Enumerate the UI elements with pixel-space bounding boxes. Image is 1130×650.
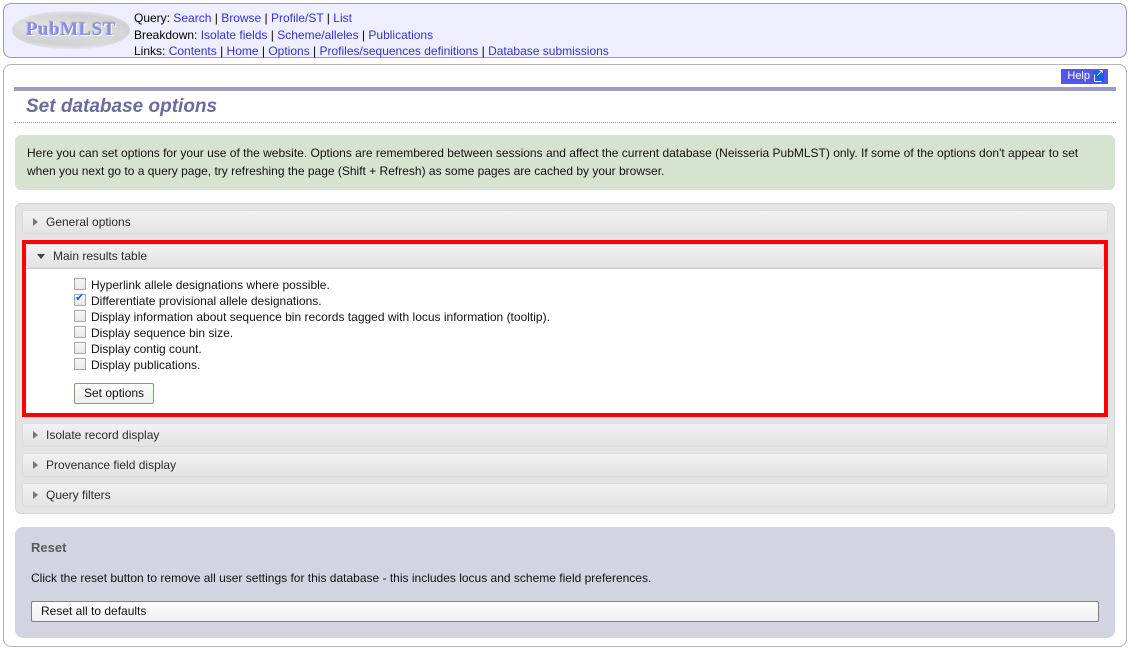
nav-row-query-label: Query: <box>134 11 171 25</box>
reset-title: Reset <box>31 540 67 555</box>
set-options-button[interactable]: Set options <box>74 383 155 404</box>
reset-panel: Reset Click the reset button to remove a… <box>15 527 1115 638</box>
checkbox-differentiate-provisional-allele-designations[interactable] <box>74 292 86 306</box>
accordion-label-provenance-field-display: Provenance field display <box>46 458 177 472</box>
accordion-header-general-options[interactable]: General options <box>22 210 1108 234</box>
accordion-label-general-options: General options <box>46 215 131 229</box>
option-row-differentiate-provisional-allele-designations: Differentiate provisional allele designa… <box>26 292 1104 309</box>
nav-link-isolate-fields[interactable]: Isolate fields <box>201 28 268 42</box>
nav-row-links: Links: Contents | Home | Options | Profi… <box>134 44 609 58</box>
nav-link-database-submissions[interactable]: Database submissions <box>488 44 609 58</box>
option-label-hyperlink-allele-designations: Hyperlink allele designations where poss… <box>91 278 330 292</box>
info-banner: Here you can set options for your use of… <box>15 135 1115 190</box>
option-label-display-sequence-bin-tooltip: Display information about sequence bin r… <box>91 310 550 324</box>
checkbox-hyperlink-allele-designations[interactable] <box>74 278 86 290</box>
chevron-right-icon <box>33 218 38 226</box>
checkbox-display-contig-count[interactable] <box>74 342 86 354</box>
option-row-display-contig-count: Display contig count. <box>26 341 1104 357</box>
nav-link-profile-st[interactable]: Profile/ST <box>271 11 323 25</box>
pubmlst-logo-text: PubMLST <box>25 19 117 40</box>
help-button[interactable]: Help <box>1061 68 1108 84</box>
nav-link-profiles-sequences-definitions[interactable]: Profiles/sequences definitions <box>320 44 479 58</box>
chevron-right-icon <box>33 461 38 469</box>
option-row-hyperlink-allele-designations: Hyperlink allele designations where poss… <box>26 277 1104 293</box>
nav-link-scheme-alleles[interactable]: Scheme/alleles <box>277 28 358 42</box>
nav-row-query: Query: Search | Browse | Profile/ST | Li… <box>134 11 352 25</box>
nav-link-list[interactable]: List <box>333 11 352 25</box>
external-link-icon <box>1093 68 1104 82</box>
nav-link-contents[interactable]: Contents <box>169 44 217 58</box>
checkbox-display-sequence-bin-size[interactable] <box>74 326 86 338</box>
nav-row-breakdown-label: Breakdown: <box>134 27 198 42</box>
chevron-down-icon <box>37 253 45 259</box>
help-button-label: Help <box>1067 70 1090 82</box>
chevron-right-icon <box>33 491 38 499</box>
option-row-display-publications: Display publications. <box>26 357 1104 373</box>
accordion-label-main-results-table: Main results table <box>53 249 148 263</box>
options-accordion: General options Main results table Hyper… <box>15 203 1115 514</box>
option-row-display-sequence-bin-tooltip: Display information about sequence bin r… <box>26 309 1104 325</box>
pubmlst-logo[interactable]: PubMLST <box>12 11 130 49</box>
chevron-right-icon <box>33 431 38 439</box>
page-title: Set database options <box>14 91 1116 123</box>
accordion-header-main-results-table[interactable]: Main results table <box>26 244 1104 268</box>
nav-link-search[interactable]: Search <box>173 11 211 25</box>
header-nav: Query: Search | Browse | Profile/ST | Li… <box>134 4 609 60</box>
checkbox-display-sequence-bin-tooltip[interactable] <box>74 310 86 322</box>
accordion-label-query-filters: Query filters <box>46 488 111 502</box>
nav-row-links-label: Links: <box>134 44 166 58</box>
option-label-display-contig-count: Display contig count. <box>91 342 202 356</box>
reset-all-to-defaults-button[interactable]: Reset all to defaults <box>31 601 1099 622</box>
accordion-body-main-results-table: Hyperlink allele designations where poss… <box>26 268 1104 413</box>
option-label-differentiate-provisional-allele-designations: Differentiate provisional allele designa… <box>91 294 322 308</box>
accordion-header-provenance-field-display[interactable]: Provenance field display <box>22 453 1108 477</box>
site-header: PubMLST Query: Search | Browse | Profile… <box>3 3 1127 58</box>
nav-row-breakdown: Breakdown: Isolate fields | Scheme/allel… <box>134 27 434 42</box>
accordion-header-isolate-record-display[interactable]: Isolate record display <box>22 423 1108 447</box>
reset-description: Click the reset button to remove all use… <box>31 571 652 585</box>
option-label-display-sequence-bin-size: Display sequence bin size. <box>91 326 234 340</box>
option-label-display-publications: Display publications. <box>91 358 201 372</box>
accordion-header-query-filters[interactable]: Query filters <box>22 483 1108 507</box>
option-row-display-sequence-bin-size: Display sequence bin size. <box>26 325 1104 341</box>
help-row: Help <box>4 65 1126 87</box>
highlight-outline: Main results table Hyperlink allele desi… <box>22 240 1108 417</box>
checkbox-display-publications[interactable] <box>74 358 86 370</box>
accordion-label-isolate-record-display: Isolate record display <box>46 428 160 442</box>
nav-link-publications[interactable]: Publications <box>368 28 433 42</box>
nav-link-browse[interactable]: Browse <box>221 11 261 25</box>
nav-link-home[interactable]: Home <box>227 44 259 58</box>
page-container: Help Set database options Here you can s… <box>3 64 1127 647</box>
nav-link-options[interactable]: Options <box>268 44 309 58</box>
